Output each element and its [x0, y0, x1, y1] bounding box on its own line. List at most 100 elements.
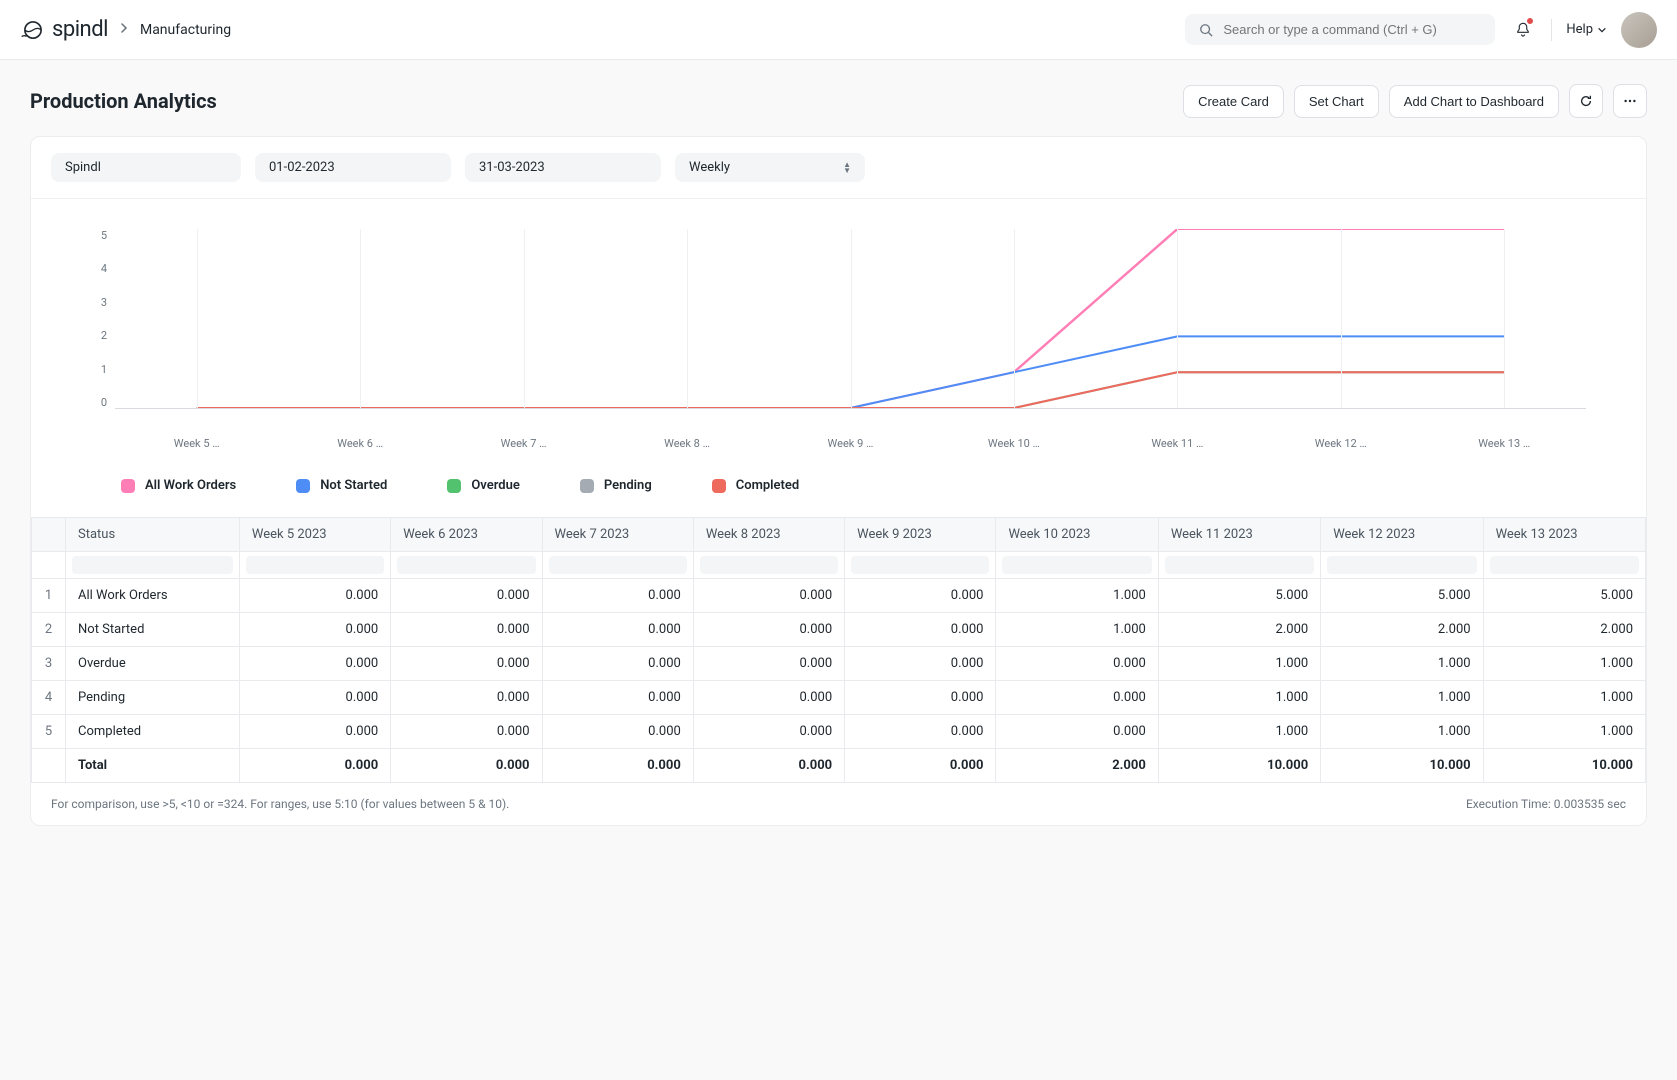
- table-header-cell[interactable]: Week 12 2023: [1321, 518, 1483, 552]
- table-filter-cell[interactable]: [239, 552, 390, 579]
- data-cell[interactable]: 5.000: [1321, 579, 1483, 613]
- search-input[interactable]: [1223, 22, 1481, 37]
- status-cell[interactable]: Overdue: [66, 647, 240, 681]
- data-cell[interactable]: 0.000: [542, 647, 693, 681]
- data-cell[interactable]: 0.000: [239, 715, 390, 749]
- status-cell[interactable]: Not Started: [66, 613, 240, 647]
- data-cell[interactable]: 0.000: [542, 715, 693, 749]
- data-cell[interactable]: 0.000: [693, 579, 844, 613]
- table-header-cell[interactable]: Week 13 2023: [1483, 518, 1645, 552]
- legend-item[interactable]: Completed: [712, 478, 800, 493]
- help-dropdown[interactable]: Help: [1566, 22, 1607, 37]
- table-filter-cell[interactable]: [391, 552, 542, 579]
- data-cell[interactable]: 0.000: [693, 613, 844, 647]
- avatar[interactable]: [1621, 12, 1657, 48]
- data-cell[interactable]: 5.000: [1158, 579, 1320, 613]
- y-tick: 2: [101, 329, 107, 342]
- data-cell[interactable]: 1.000: [1321, 681, 1483, 715]
- data-cell[interactable]: 1.000: [996, 579, 1158, 613]
- data-cell[interactable]: 0.000: [996, 647, 1158, 681]
- data-cell[interactable]: 0.000: [693, 715, 844, 749]
- table-header-cell[interactable]: Week 9 2023: [845, 518, 996, 552]
- data-cell[interactable]: 0.000: [845, 613, 996, 647]
- data-cell[interactable]: 0.000: [845, 579, 996, 613]
- data-cell[interactable]: 0.000: [542, 579, 693, 613]
- y-tick: 4: [101, 262, 107, 275]
- data-cell[interactable]: 0.000: [845, 715, 996, 749]
- table-header-cell[interactable]: Week 6 2023: [391, 518, 542, 552]
- data-cell[interactable]: 1.000: [1483, 647, 1645, 681]
- data-cell[interactable]: 0.000: [542, 613, 693, 647]
- data-cell[interactable]: 0.000: [845, 681, 996, 715]
- data-cell[interactable]: 0.000: [391, 613, 542, 647]
- data-cell[interactable]: 5.000: [1483, 579, 1645, 613]
- status-cell[interactable]: Pending: [66, 681, 240, 715]
- company-filter[interactable]: Spindl: [51, 153, 241, 182]
- status-cell[interactable]: Completed: [66, 715, 240, 749]
- table-header-cell[interactable]: Status: [66, 518, 240, 552]
- data-cell[interactable]: 1.000: [1158, 647, 1320, 681]
- period-filter[interactable]: Weekly ▲▼: [675, 153, 865, 182]
- add-chart-to-dashboard-button[interactable]: Add Chart to Dashboard: [1389, 85, 1559, 118]
- table-header-cell[interactable]: Week 10 2023: [996, 518, 1158, 552]
- data-cell[interactable]: 2.000: [1158, 613, 1320, 647]
- table-filter-cell[interactable]: [1321, 552, 1483, 579]
- more-button[interactable]: [1613, 84, 1647, 118]
- data-cell[interactable]: 1.000: [1158, 681, 1320, 715]
- table-filter-cell[interactable]: [845, 552, 996, 579]
- table-header-row: StatusWeek 5 2023Week 6 2023Week 7 2023W…: [32, 518, 1646, 552]
- data-cell[interactable]: 1.000: [1158, 715, 1320, 749]
- data-cell[interactable]: 0.000: [239, 613, 390, 647]
- legend-item[interactable]: Pending: [580, 478, 652, 493]
- data-cell[interactable]: 0.000: [239, 579, 390, 613]
- table-header-cell[interactable]: Week 8 2023: [693, 518, 844, 552]
- data-cell[interactable]: 0.000: [239, 647, 390, 681]
- table-filter-cell[interactable]: [996, 552, 1158, 579]
- data-cell[interactable]: 0.000: [693, 647, 844, 681]
- status-cell[interactable]: All Work Orders: [66, 579, 240, 613]
- data-cell[interactable]: 0.000: [391, 681, 542, 715]
- row-number: 3: [32, 647, 66, 681]
- table-header-cell[interactable]: Week 11 2023: [1158, 518, 1320, 552]
- data-cell[interactable]: 1.000: [1321, 647, 1483, 681]
- table-filter-cell[interactable]: [693, 552, 844, 579]
- table-filter-cell[interactable]: [1483, 552, 1645, 579]
- table-filter-cell[interactable]: [66, 552, 240, 579]
- data-cell[interactable]: 1.000: [996, 613, 1158, 647]
- breadcrumb-manufacturing[interactable]: Manufacturing: [140, 22, 231, 38]
- data-cell[interactable]: 0.000: [239, 681, 390, 715]
- data-cell[interactable]: 0.000: [391, 647, 542, 681]
- logo-area[interactable]: spindl: [20, 17, 108, 43]
- data-cell[interactable]: 2.000: [1321, 613, 1483, 647]
- table-body: 1All Work Orders0.0000.0000.0000.0000.00…: [32, 552, 1646, 749]
- search-box[interactable]: [1185, 14, 1495, 45]
- data-cell[interactable]: 0.000: [542, 681, 693, 715]
- legend-item[interactable]: Not Started: [296, 478, 387, 493]
- data-cell[interactable]: 0.000: [693, 681, 844, 715]
- data-cell[interactable]: 1.000: [1483, 715, 1645, 749]
- data-cell[interactable]: 0.000: [996, 715, 1158, 749]
- create-card-button[interactable]: Create Card: [1183, 85, 1284, 118]
- data-cell[interactable]: 1.000: [1321, 715, 1483, 749]
- to-date-filter[interactable]: 31-03-2023: [465, 153, 661, 182]
- notifications-button[interactable]: [1509, 16, 1537, 44]
- refresh-button[interactable]: [1569, 84, 1603, 118]
- table-header-cell[interactable]: Week 5 2023: [239, 518, 390, 552]
- data-cell[interactable]: 0.000: [996, 681, 1158, 715]
- legend-item[interactable]: All Work Orders: [121, 478, 236, 493]
- logo-icon: [20, 17, 46, 43]
- data-cell[interactable]: 0.000: [391, 579, 542, 613]
- data-cell[interactable]: 0.000: [845, 647, 996, 681]
- from-date-filter[interactable]: 01-02-2023: [255, 153, 451, 182]
- data-cell[interactable]: 1.000: [1483, 681, 1645, 715]
- table-filter-cell[interactable]: [542, 552, 693, 579]
- table-header-cell[interactable]: Week 7 2023: [542, 518, 693, 552]
- total-cell: 0.000: [391, 749, 542, 783]
- table-filter-cell[interactable]: [1158, 552, 1320, 579]
- filters-row: Spindl 01-02-2023 31-03-2023 Weekly ▲▼: [31, 137, 1646, 199]
- x-tick: Week 5 …: [115, 437, 278, 450]
- data-cell[interactable]: 0.000: [391, 715, 542, 749]
- data-cell[interactable]: 2.000: [1483, 613, 1645, 647]
- set-chart-button[interactable]: Set Chart: [1294, 85, 1379, 118]
- legend-item[interactable]: Overdue: [447, 478, 520, 493]
